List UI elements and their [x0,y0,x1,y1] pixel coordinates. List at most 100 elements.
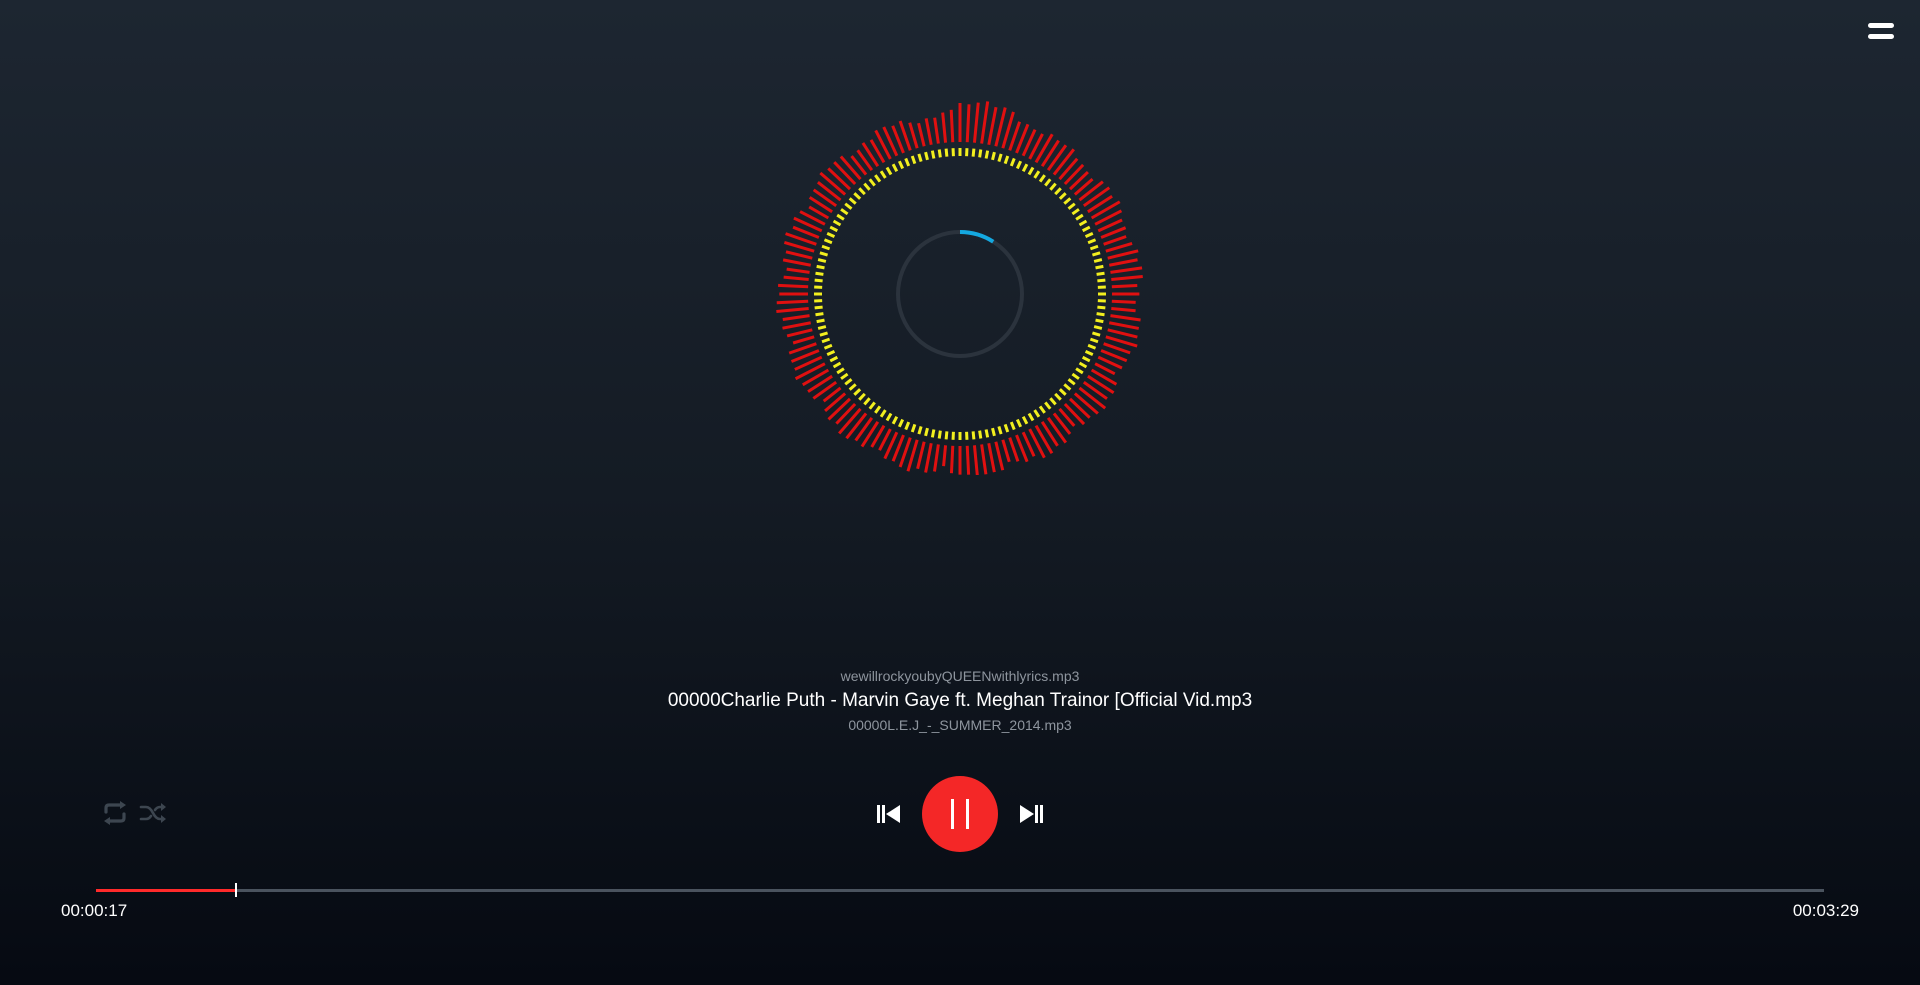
previous-track-title[interactable]: wewillrockyoubyQUEENwithlyrics.mp3 [0,666,1920,686]
visualizer-dot [904,157,911,167]
visualizer-dot [1063,383,1072,391]
seek-bar[interactable] [96,883,1824,897]
visualizer-dot [874,174,882,183]
visualizer-dot [826,231,836,239]
visualizer-bar [1046,416,1068,444]
visualizer-dot [891,415,899,425]
hamburger-menu-icon[interactable] [1866,20,1896,44]
visualizer-dot [874,405,882,414]
visualizer-bar [1111,306,1136,313]
visualizer-dot [1075,213,1084,221]
visualizer-bar [1052,148,1075,176]
visualizer-dot [821,337,831,344]
visualizer-dot [1044,401,1052,410]
visualizer-dot [848,383,857,391]
visualizer-dot [904,421,911,431]
visualizer-bar [1073,392,1099,415]
visualizer-bar [1040,139,1060,167]
visualizer-dot [1091,331,1101,337]
visualizer-dot [971,431,976,440]
visualizer-bar [1110,266,1143,274]
visualizer-dot [978,430,983,439]
skip-previous-icon[interactable] [874,799,904,829]
visualizer-dot [997,153,1003,163]
visualizer-bar [778,283,809,289]
visualizer-dot [924,427,929,437]
visualizer-dot [853,388,862,396]
visualizer-dot [1054,392,1062,401]
visualizer-dot [819,331,829,337]
visualizer-dot [1038,174,1046,183]
visualizer-dot [1049,397,1057,406]
visualizer-dot [897,418,905,428]
visualizer-bar [987,442,996,473]
visualizer-dot [910,423,917,433]
visualizer-bar [949,109,955,143]
visualizer-dot [984,429,990,438]
visualizer-bar [835,402,857,425]
visualizer-dot [1091,251,1101,257]
visualizer-dot [817,325,827,330]
visualizer-bar [949,445,955,474]
visualizer-bar [1090,200,1121,220]
visualizer-dot [930,150,936,159]
visualizer-bar [932,444,940,472]
visualizer-bar [987,106,998,146]
visualizer-bar [776,299,809,305]
visualizer-bar [1111,275,1143,282]
visualizer-bar [1087,374,1115,395]
visualizer-dot [1049,182,1057,191]
visualizer-dot [924,151,929,161]
visualizer-dot [944,431,949,440]
visualizer-bar [1046,144,1068,172]
visualizer-bar [942,445,948,467]
visualizer-bar [1078,386,1107,410]
visualizer-dot [1071,372,1080,380]
visualizer-dot [1089,337,1099,344]
visualizer-dot [1044,178,1052,187]
visualizer-bars [776,101,1143,475]
visualizer-dot [1071,208,1080,216]
visualizer-dot [1084,349,1094,357]
visualizer-dot [1095,264,1104,270]
visualizer-bar [783,240,815,253]
visualizer-dot [978,149,983,158]
visualizer-bar [1105,242,1133,253]
visualizer-dot [814,305,823,310]
visualizer-dot [823,343,833,350]
visualizer-dot [844,378,853,386]
pause-button[interactable] [922,776,998,852]
visualizer-bar [1107,328,1138,339]
seek-bar-thumb[interactable] [235,883,238,897]
visualizer-dot [1009,157,1016,167]
visualizer-dot [1095,318,1104,324]
visualizer-dot [826,349,836,357]
loading-ring [896,230,1024,358]
visualizer-bar [782,321,812,330]
pause-icon [951,799,969,829]
playlist-display: wewillrockyoubyQUEENwithlyrics.mp3 00000… [0,666,1920,735]
visualizer-bar [965,104,971,143]
visualizer-dot [991,151,996,161]
visualizer-bar [827,167,852,191]
visualizer-dot [858,187,866,196]
visualizer-bar [916,441,926,470]
next-track-title[interactable]: 00000L.E.J_-_SUMMER_2014.mp3 [0,715,1920,735]
visualizer-dot [1038,405,1046,414]
visualizer-bar [1111,284,1138,289]
visualizer-bar [917,122,926,147]
visualizer-bar [1110,314,1141,322]
visualizer-dot [1021,163,1029,173]
visualizer-dot [1093,258,1103,263]
visualizer-dot [815,271,824,276]
visualizer-bar [786,328,813,338]
visualizer-dot [832,219,842,227]
visualizer-dot [1096,271,1105,276]
visualizer-dot [917,153,923,163]
visualizer-dot [1033,170,1041,179]
visualizer-dot [840,208,849,216]
visualizer-bar [1068,397,1091,419]
skip-next-icon[interactable] [1016,799,1046,829]
visualizer-dot [1089,244,1099,251]
visualizer-bar [1108,321,1140,330]
